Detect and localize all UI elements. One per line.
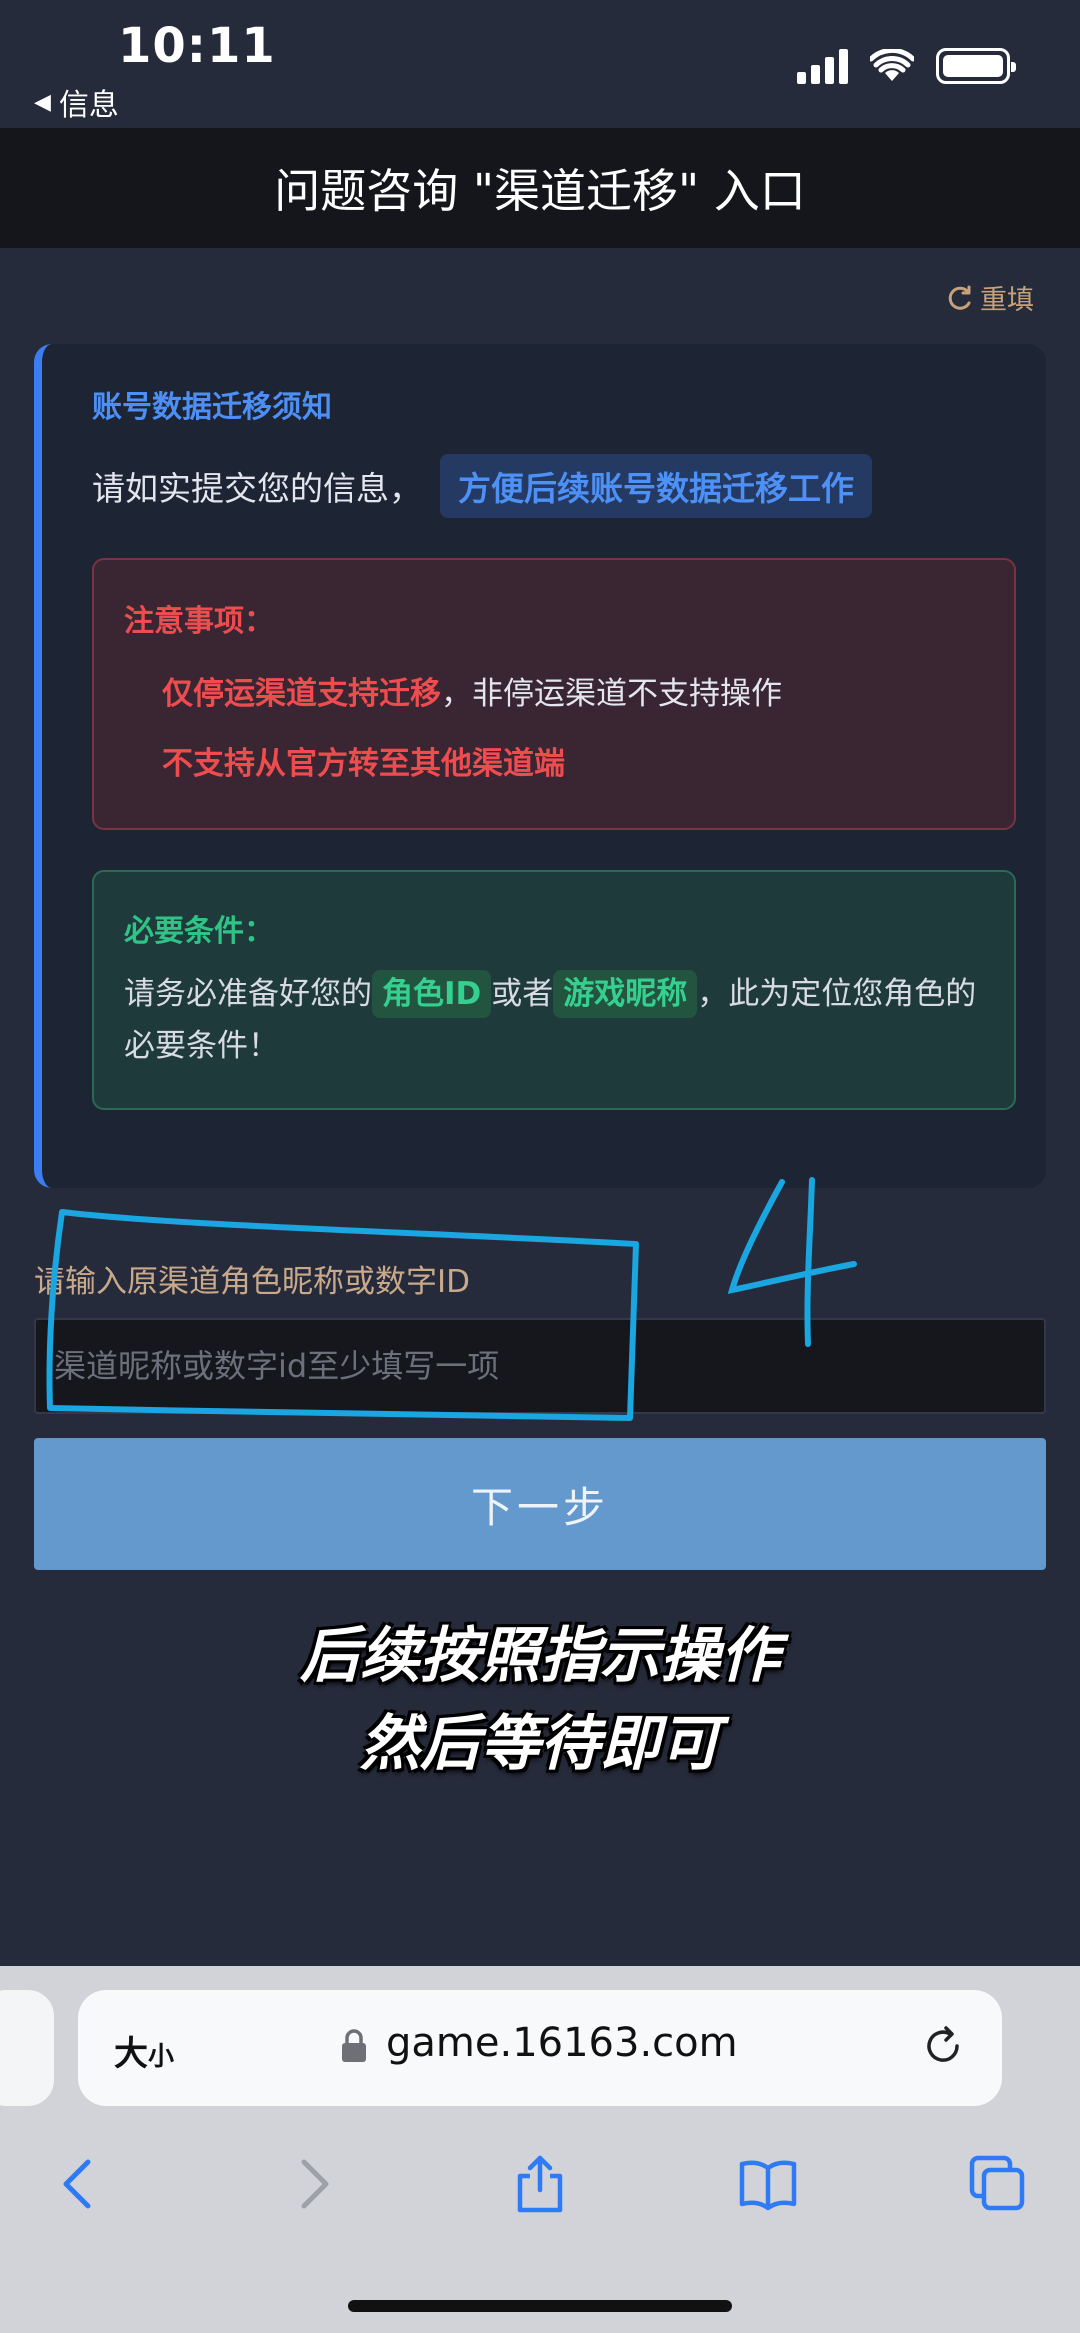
reset-label: 重填	[980, 285, 1034, 316]
back-to-app-link[interactable]: ◀ 信息	[34, 80, 119, 124]
url-text: game.16163.com	[386, 2020, 738, 2066]
browser-toolbar: 大小 game.16163.com	[0, 1966, 1080, 2333]
requirement-title: 必要条件：	[124, 914, 274, 949]
triangle-left-icon: ◀	[34, 89, 51, 115]
reset-button[interactable]: 重填	[946, 278, 1034, 317]
text-size-large: 大	[114, 2034, 148, 2074]
warning-item: 不支持从官方转至其他渠道端	[162, 746, 565, 782]
refresh-icon	[948, 285, 971, 310]
tabs-button[interactable]	[958, 2144, 1038, 2224]
address-bar[interactable]: 大小 game.16163.com	[78, 1990, 1002, 2106]
previous-tab-preview[interactable]	[0, 1990, 54, 2106]
notice-heading: 账号数据迁移须知	[92, 390, 332, 425]
reload-icon[interactable]	[920, 2024, 966, 2070]
text-size-button[interactable]: 大小	[114, 2026, 174, 2075]
back-button[interactable]	[40, 2144, 120, 2224]
requirement-text: 请务必准备好您的 角色ID 或者 游戏昵称 ，此为定位您角色的必要条件！	[124, 968, 1004, 1072]
notice-line-text: 请如实提交您的信息，	[92, 469, 422, 508]
page-header: 问题咨询 "渠道迁移" 入口	[0, 128, 1080, 248]
battery-icon	[936, 48, 1016, 84]
requirement-text-prefix: 请务必准备好您的	[124, 976, 372, 1012]
home-indicator[interactable]	[348, 2300, 732, 2312]
share-icon	[517, 2155, 563, 2213]
status-time: 10:11	[118, 18, 276, 74]
book-icon	[739, 2160, 797, 2211]
warning-item-rest: ，非停运渠道不支持操作	[441, 676, 782, 712]
lock-icon	[342, 2029, 366, 2062]
caption-line: 然后等待即可	[360, 1709, 720, 1779]
notice-highlight-tag: 方便后续账号数据迁移工作	[440, 454, 872, 518]
caption-line: 后续按照指示操作	[300, 1621, 780, 1691]
nickname-id-input[interactable]	[34, 1318, 1046, 1414]
share-button[interactable]	[500, 2144, 580, 2224]
warning-title: 注意事项：	[124, 604, 274, 639]
warning-item-highlight: 仅停运渠道支持迁移	[162, 676, 441, 712]
text-size-small: 小	[148, 2042, 175, 2072]
cellular-signal-icon	[797, 48, 848, 84]
tabs-icon	[969, 2155, 1025, 2211]
back-app-label: 信息	[58, 88, 119, 123]
wifi-icon	[870, 49, 914, 81]
nickname-field-label: 请输入原渠道角色昵称或数字ID	[34, 1264, 471, 1300]
requirement-box: 必要条件： 请务必准备好您的 角色ID 或者 游戏昵称 ，此为定位您角色的必要条件！	[92, 870, 1016, 1110]
chevron-left-icon	[63, 2159, 91, 2209]
notice-card: 账号数据迁移须知 请如实提交您的信息， 方便后续账号数据迁移工作 注意事项： 仅…	[34, 344, 1046, 1188]
chevron-right-icon	[301, 2159, 329, 2209]
video-caption: 后续按照指示操作 然后等待即可	[0, 1612, 1080, 1788]
requirement-text-mid: 或者	[491, 976, 554, 1012]
notice-line: 请如实提交您的信息， 方便后续账号数据迁移工作	[92, 454, 872, 518]
bookmarks-button[interactable]	[728, 2144, 808, 2224]
role-id-tag: 角色ID	[372, 970, 492, 1018]
game-nickname-tag: 游戏昵称	[553, 970, 698, 1018]
next-step-button[interactable]: 下一步	[34, 1438, 1046, 1570]
status-bar: 10:11 ◀ 信息	[0, 0, 1080, 128]
warning-item: 仅停运渠道支持迁移，非停运渠道不支持操作	[162, 668, 782, 713]
forward-button[interactable]	[272, 2144, 352, 2224]
page-title: 问题咨询 "渠道迁移" 入口	[274, 164, 806, 218]
warning-box: 注意事项： 仅停运渠道支持迁移，非停运渠道不支持操作 不支持从官方转至其他渠道端	[92, 558, 1016, 830]
browser-nav-row	[0, 2144, 1080, 2244]
status-icons	[797, 48, 1016, 84]
